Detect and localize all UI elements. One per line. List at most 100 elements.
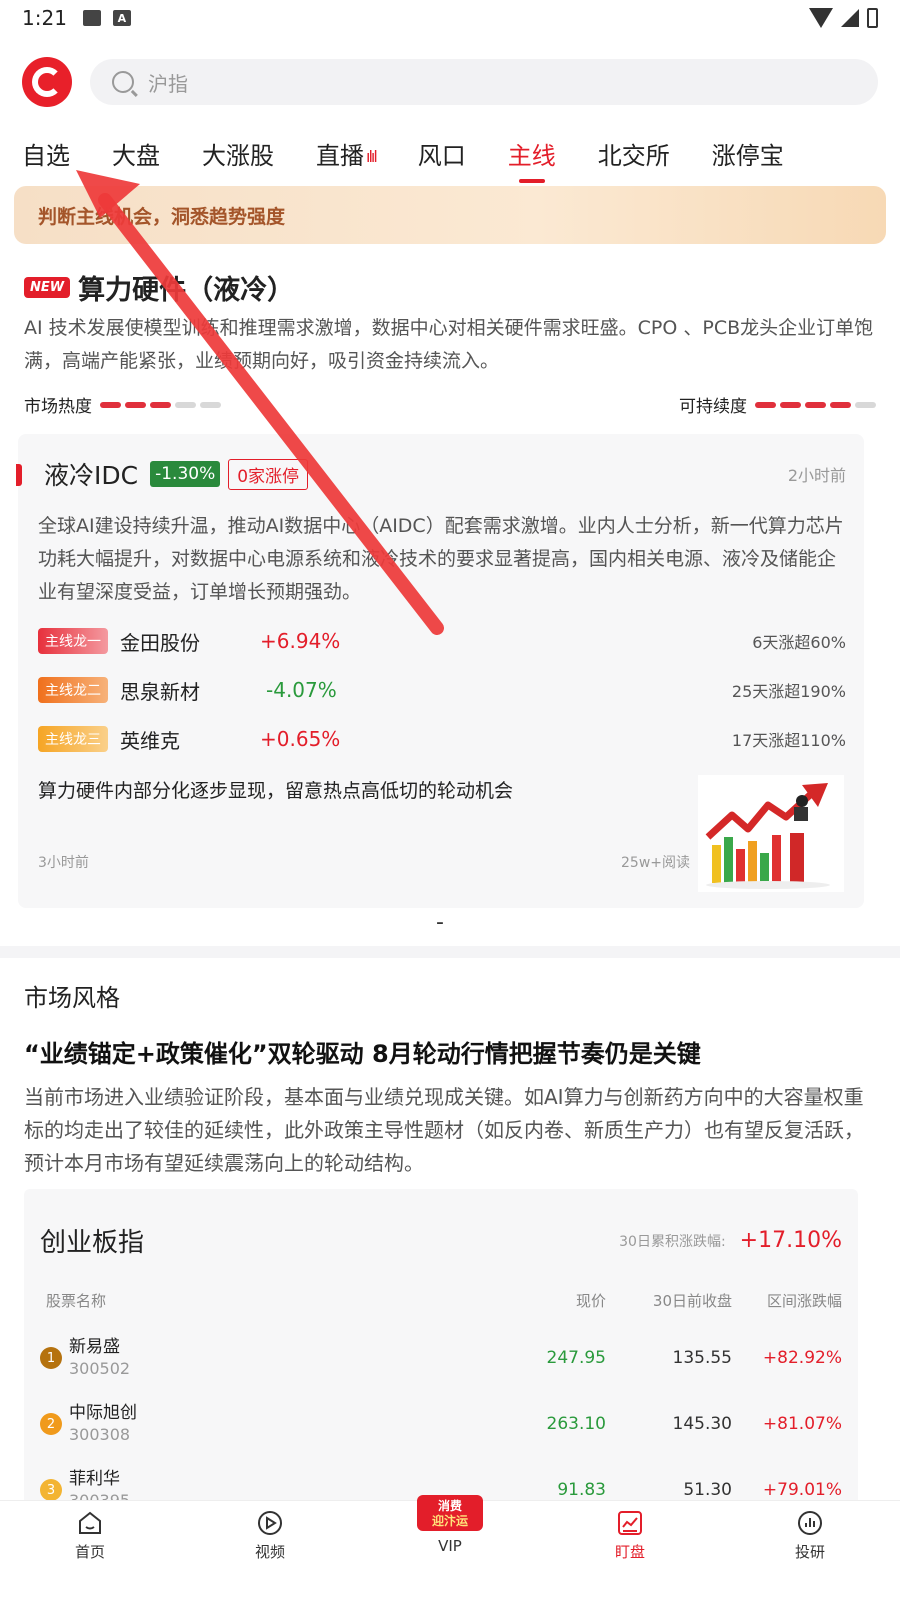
- status-bar: 1:21 A: [0, 0, 900, 36]
- leader-name: 英维克: [120, 728, 180, 753]
- leader-change: +6.94%: [260, 629, 341, 653]
- table-row[interactable]: 1 新易盛 300502 247.95 135.55 +82.92%: [40, 1336, 842, 1380]
- theme-header[interactable]: NEW 算力硬件（液冷）: [24, 268, 294, 307]
- rank-badge: 1: [40, 1347, 62, 1369]
- svg-text:迎汴运: 迎汴运: [432, 1513, 468, 1528]
- market-description: 当前市场进入业绩验证阶段，基本面与业绩兑现成关键。如AI算力与创新药方向中的大容…: [24, 1085, 864, 1175]
- limit-up-badge: 0家涨停: [228, 458, 309, 490]
- sustain-label: 可持续度: [679, 397, 747, 417]
- nav-research[interactable]: 投研: [720, 1501, 900, 1600]
- leader-badge: 主线龙二: [38, 677, 108, 703]
- tab-trend[interactable]: 风口: [418, 136, 466, 171]
- nav-label: 投研: [794, 1543, 825, 1561]
- leader-row[interactable]: 主线龙一 金田股份 +6.94% 6天涨超60%: [38, 626, 846, 656]
- tab-watchlist[interactable]: 自选: [22, 136, 70, 171]
- stock-change: +82.92%: [762, 1348, 842, 1368]
- cumulative-label: 30日累积涨跌幅:: [619, 1233, 726, 1250]
- nav-label: VIP: [438, 1537, 462, 1555]
- market-headline[interactable]: “业绩锚定+政策催化”双轮驱动 8月轮动行情把握节奏仍是关键: [24, 1034, 876, 1069]
- news-time: 3小时前: [38, 855, 89, 871]
- live-wave-icon: ılıl: [366, 147, 378, 166]
- column-header: 30日前收盘: [652, 1292, 732, 1310]
- index-header: 创业板指 30日累积涨跌幅: +17.10%: [40, 1222, 842, 1259]
- new-badge: NEW: [24, 277, 71, 298]
- leader-note: 25天涨超190%: [731, 682, 846, 701]
- leader-change: -4.07%: [266, 678, 337, 702]
- tab-main-theme[interactable]: 主线: [508, 136, 556, 183]
- nav-watch[interactable]: 盯盘: [540, 1501, 720, 1600]
- sustain-meter: [755, 401, 876, 408]
- search-bar[interactable]: 沪指: [90, 59, 878, 105]
- nav-video[interactable]: 视频: [180, 1501, 360, 1600]
- pager-indicator: -: [436, 910, 444, 935]
- news-title[interactable]: 算力硬件内部分化逐步显现，留意热点高低切的轮动机会: [38, 776, 678, 803]
- meter-segment: [175, 401, 196, 408]
- app-logo[interactable]: [22, 57, 72, 107]
- signal-icon: [841, 9, 859, 27]
- category-tabs: 自选 大盘 大涨股 直播 ılıl 风口 主线 北交所 涨停宝: [22, 130, 878, 183]
- subtheme-change-badge: -1.30%: [150, 461, 221, 487]
- tab-bse[interactable]: 北交所: [598, 136, 670, 171]
- table-row[interactable]: 2 中际旭创 300308 263.10 145.30 +81.07%: [40, 1402, 842, 1446]
- tab-market[interactable]: 大盘: [112, 136, 160, 171]
- index-name: 创业板指: [40, 1228, 145, 1258]
- meter-segment: [780, 401, 801, 408]
- search-input[interactable]: 沪指: [148, 68, 188, 97]
- font-icon: A: [112, 10, 131, 26]
- column-header: 现价: [575, 1292, 606, 1310]
- tab-limit-up[interactable]: 涨停宝: [712, 136, 784, 171]
- subtheme-description: 全球AI建设持续升温，推动AI数据中心（AIDC）配套需求激增。业内人士分析，新…: [38, 515, 844, 603]
- leader-row[interactable]: 主线龙二 思泉新材 -4.07% 25天涨超190%: [38, 675, 846, 705]
- stock-price: 91.83: [557, 1480, 606, 1500]
- vip-promo-icon: 消费迎汴运: [417, 1495, 483, 1531]
- theme-title: 算力硬件（液冷）: [78, 275, 295, 306]
- rank-badge: 2: [40, 1413, 62, 1435]
- tab-live-label: 直播: [316, 141, 364, 170]
- subtheme-name: 液冷IDC: [44, 461, 139, 490]
- home-icon: [79, 1511, 101, 1534]
- meter-segment: [755, 401, 776, 408]
- meter-segment: [150, 401, 171, 408]
- stock-prev-close: 51.30: [683, 1480, 732, 1500]
- leader-note: 6天涨超60%: [752, 633, 846, 652]
- chart-icon: [618, 1511, 642, 1535]
- news-meta: 3小时前 25w+阅读: [38, 852, 690, 872]
- nav-home[interactable]: 首页: [0, 1501, 180, 1600]
- heat-meter: [100, 401, 221, 408]
- leader-row[interactable]: 主线龙三 英维克 +0.65% 17天涨超110%: [38, 724, 846, 754]
- search-icon: [112, 71, 134, 93]
- tab-live[interactable]: 直播 ılıl: [316, 136, 378, 171]
- play-icon: [258, 1511, 282, 1535]
- cumulative-value: +17.10%: [739, 1228, 842, 1253]
- stock-name: 中际旭创: [69, 1403, 137, 1423]
- meter-segment: [200, 401, 221, 408]
- battery-icon: [867, 8, 878, 28]
- column-header: 股票名称: [46, 1292, 107, 1310]
- tab-big-gainers[interactable]: 大涨股: [202, 136, 274, 171]
- leader-name: 金田股份: [120, 630, 200, 655]
- leader-note: 17天涨超110%: [731, 731, 846, 750]
- section-divider: [0, 946, 900, 958]
- svg-text:消费: 消费: [438, 1498, 462, 1513]
- rank-badge: 3: [40, 1479, 62, 1501]
- news-thumbnail-image[interactable]: [698, 775, 844, 892]
- table-header: 股票名称 现价 30日前收盘 区间涨跌幅: [46, 1290, 842, 1311]
- meter-segment: [125, 401, 146, 408]
- stock-change: +81.07%: [762, 1414, 842, 1434]
- nav-vip[interactable]: 消费 迎汴运 VIP: [360, 1495, 540, 1600]
- theme-description: AI 技术发展使模型训练和推理需求激增，数据中心对相关硬件需求旺盛。CPO 、P…: [24, 317, 874, 372]
- nav-label: 首页: [74, 1543, 105, 1561]
- promo-banner[interactable]: 判断主线机会，洞悉趋势强度: [14, 186, 886, 244]
- app-header: 沪指: [22, 54, 878, 110]
- stock-prev-close: 135.55: [672, 1348, 732, 1368]
- stock-price: 247.95: [546, 1348, 606, 1368]
- stock-prev-close: 145.30: [672, 1414, 732, 1434]
- banner-text: 判断主线机会，洞悉趋势强度: [38, 205, 286, 228]
- theme-metrics: 市场热度 可持续度: [24, 392, 876, 417]
- leader-badge: 主线龙一: [38, 628, 108, 654]
- nav-label: 盯盘: [614, 1543, 645, 1561]
- stock-code: 300308: [69, 1425, 131, 1444]
- market-style-title: 市场风格: [24, 984, 120, 1012]
- gallery-icon: [82, 10, 101, 26]
- column-header: 区间涨跌幅: [766, 1292, 842, 1310]
